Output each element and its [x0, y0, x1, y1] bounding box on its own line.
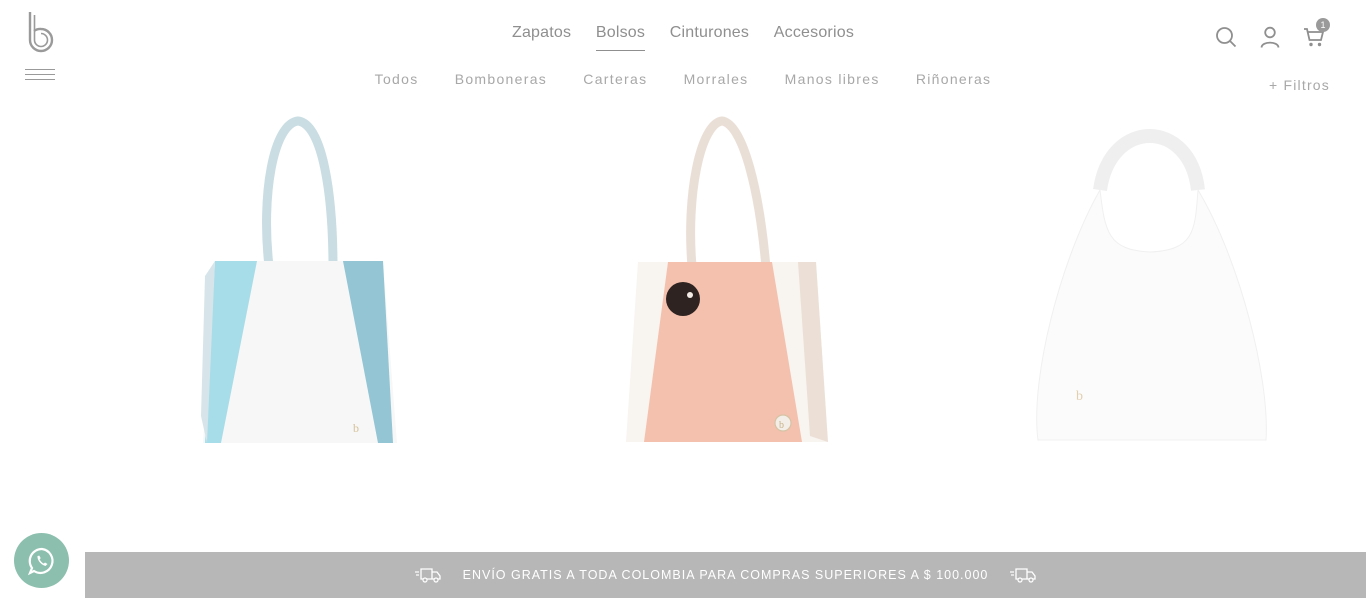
delivery-truck-icon — [414, 568, 441, 583]
svg-text:b: b — [353, 421, 359, 435]
filters-button[interactable]: + Filtros — [1269, 77, 1330, 93]
nav-item-bolsos[interactable]: Bolsos — [595, 24, 646, 51]
delivery-truck-icon — [1010, 568, 1037, 583]
subnav-item-bomboneras[interactable]: Bomboneras — [455, 71, 547, 87]
nav-item-accesorios[interactable]: Accesorios — [774, 24, 854, 50]
header-actions: 1 — [1214, 18, 1330, 48]
subnav-item-carteras[interactable]: Carteras — [583, 71, 647, 87]
category-sub-nav: Todos Bomboneras Carteras Morrales Manos… — [0, 71, 1366, 87]
product-card-tote-blue-white[interactable]: b — [195, 116, 405, 450]
subnav-item-morrales[interactable]: Morrales — [684, 71, 749, 87]
whatsapp-button[interactable] — [14, 533, 69, 588]
search-icon[interactable] — [1214, 20, 1238, 48]
subnav-item-rinoneras[interactable]: Riñoneras — [916, 71, 992, 87]
main-nav: Zapatos Bolsos Cinturones Accesorios — [0, 24, 1366, 51]
free-shipping-banner: ENVÍO GRATIS A TODA COLOMBIA PARA COMPRA… — [85, 552, 1366, 598]
cart-count-badge: 1 — [1316, 18, 1330, 32]
product-card-tote-pink-white[interactable]: b — [620, 116, 832, 450]
svg-text:b: b — [1076, 389, 1083, 404]
nav-item-cinturones[interactable]: Cinturones — [670, 24, 749, 50]
cart-icon[interactable]: 1 — [1302, 18, 1330, 48]
menu-line — [25, 69, 55, 70]
product-card-hobo-white[interactable]: b — [1030, 120, 1270, 450]
subnav-item-manos-libres[interactable]: Manos libres — [785, 71, 880, 87]
product-grid: b b b — [85, 110, 1366, 470]
user-icon[interactable] — [1258, 20, 1282, 48]
svg-text:b: b — [779, 420, 784, 431]
whatsapp-icon — [27, 547, 54, 575]
subnav-item-todos[interactable]: Todos — [375, 71, 419, 87]
promo-text: ENVÍO GRATIS A TODA COLOMBIA PARA COMPRA… — [462, 568, 989, 582]
nav-item-zapatos[interactable]: Zapatos — [512, 24, 571, 50]
